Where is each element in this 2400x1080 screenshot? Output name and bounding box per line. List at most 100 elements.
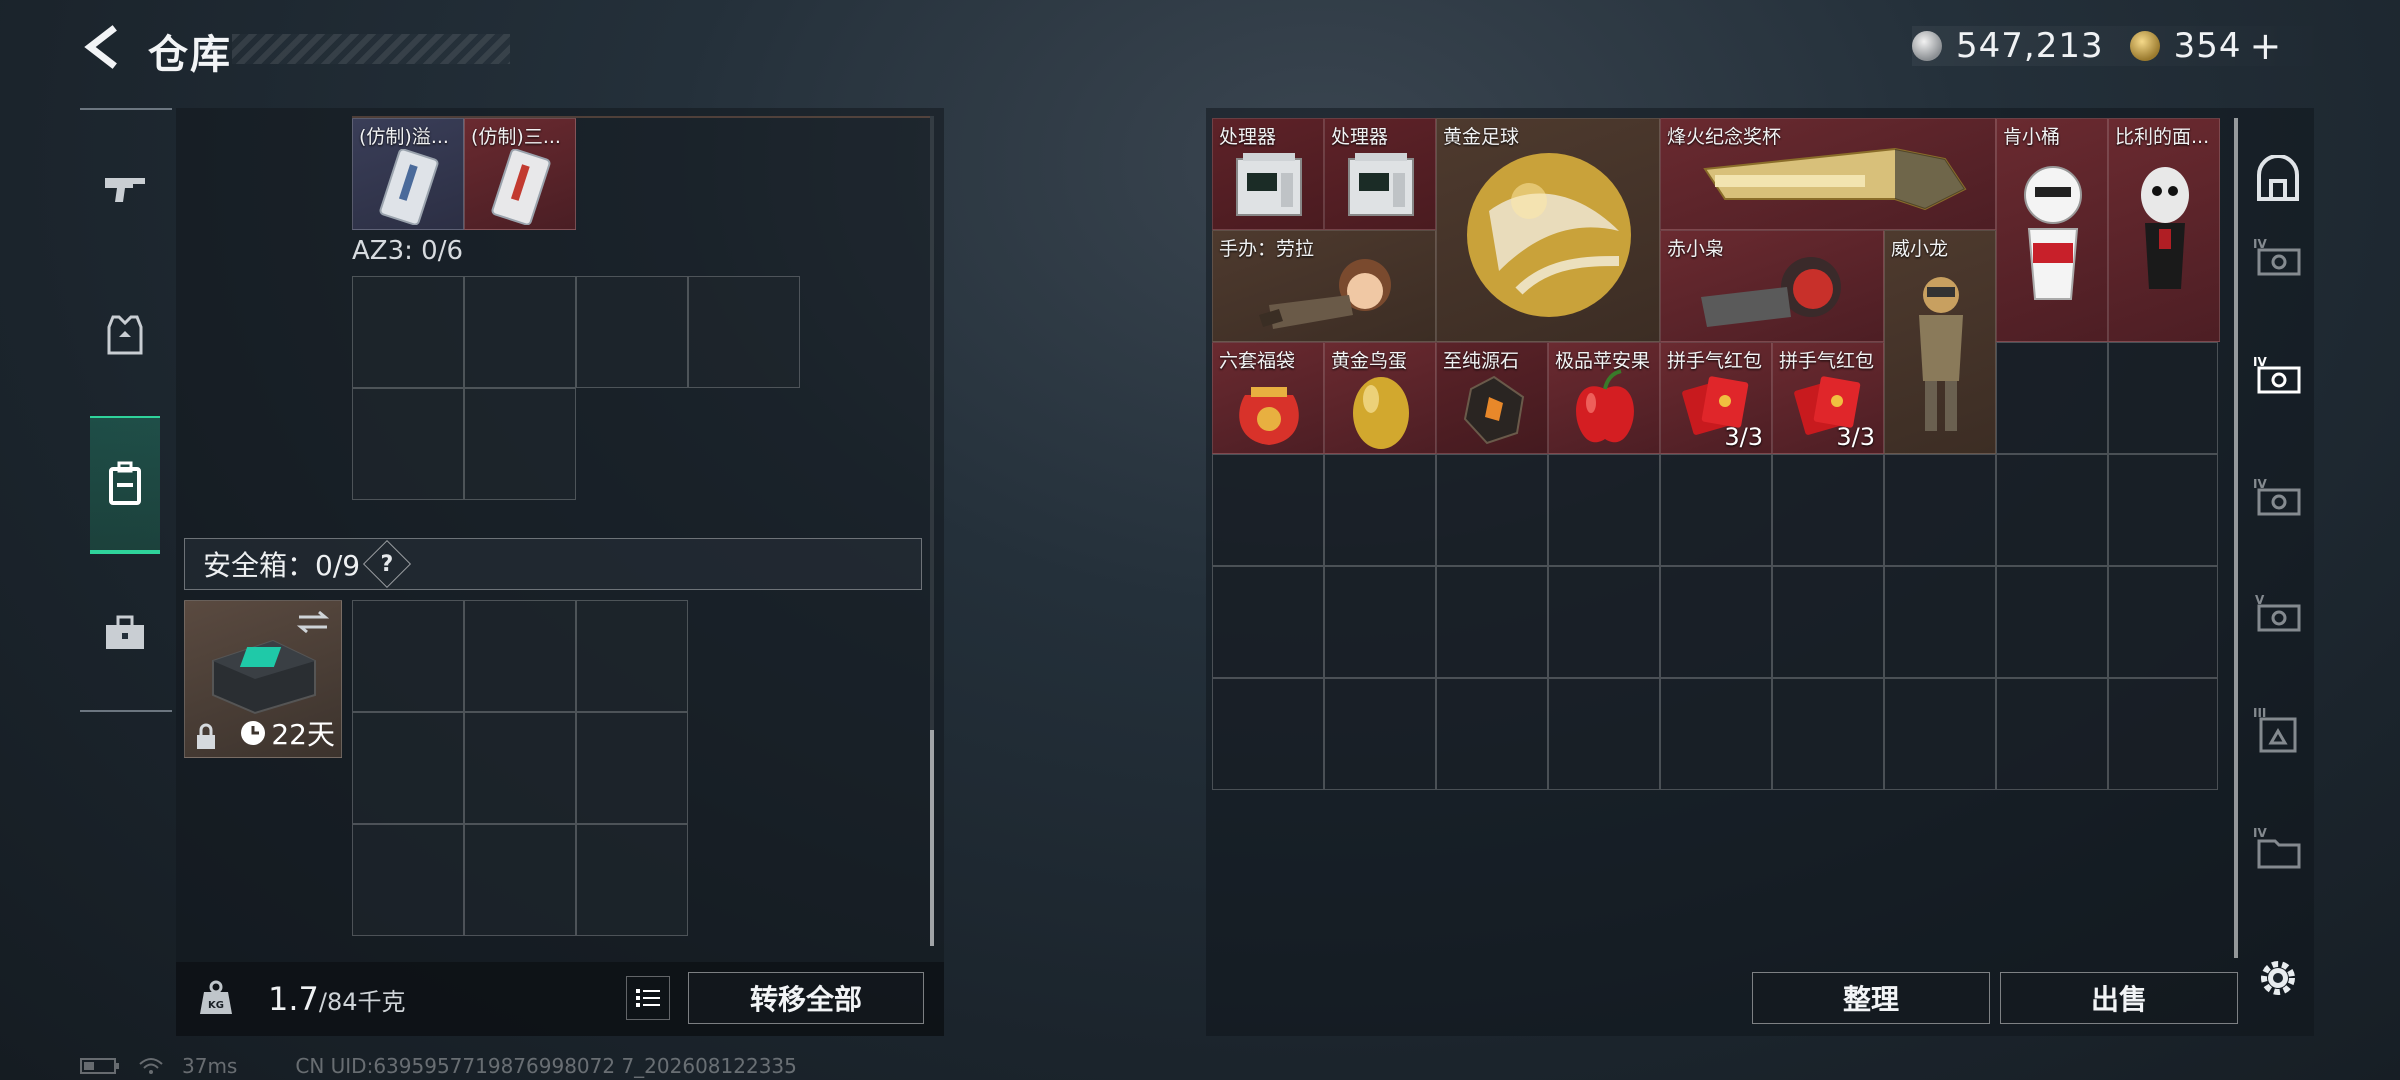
grid-slot[interactable] <box>576 276 688 388</box>
inventory-item[interactable]: 处理器 <box>1324 118 1436 230</box>
vault-icon <box>2257 155 2299 201</box>
az3-capacity-label: AZ3: 0/6 <box>352 236 464 266</box>
grid-slot[interactable] <box>576 712 688 824</box>
grid-slot[interactable] <box>1324 454 1436 566</box>
grid-slot[interactable] <box>464 712 576 824</box>
grid-slot[interactable] <box>1548 454 1660 566</box>
tab-storage-v[interactable]: V <box>2250 586 2306 642</box>
processor-icon <box>1348 153 1414 216</box>
grid-slot[interactable] <box>1212 566 1324 678</box>
nav-toolbox[interactable] <box>90 598 160 668</box>
armor-icon <box>107 315 143 355</box>
carry-weight: 1.7/84千克 <box>268 980 406 1018</box>
grid-slot[interactable] <box>464 388 576 500</box>
inventory-item[interactable]: 六套福袋 <box>1212 342 1324 454</box>
gold-coin-icon <box>2129 31 2160 61</box>
inventory-item[interactable]: 比利的面... <box>2108 118 2220 342</box>
inventory-item[interactable]: 拼手气红包 3/3 <box>1772 342 1884 454</box>
tab-storage-iv-c[interactable]: IV <box>2250 470 2306 526</box>
grid-slot[interactable] <box>688 276 800 388</box>
tab-storage-iv-a[interactable]: IV <box>2250 230 2306 286</box>
grid-slot[interactable] <box>1884 678 1996 790</box>
help-button[interactable]: ? <box>363 539 412 589</box>
storage-tabs: IV IV IV V III IV <box>2240 108 2316 1036</box>
grid-slot[interactable] <box>352 276 464 388</box>
grid-slot[interactable] <box>352 388 464 500</box>
add-currency-button[interactable]: + <box>2250 24 2282 68</box>
grid-slot[interactable] <box>1212 678 1324 790</box>
settings-button[interactable] <box>2250 950 2306 1006</box>
grid-slot[interactable] <box>464 824 576 936</box>
grid-slot[interactable] <box>1884 566 1996 678</box>
grid-slot[interactable] <box>1436 678 1548 790</box>
grid-slot[interactable] <box>1772 678 1884 790</box>
grid-slot[interactable] <box>1436 566 1548 678</box>
inventory-item[interactable]: (仿制)三... <box>464 118 576 230</box>
safe-box-item[interactable]: 22天 <box>184 600 342 758</box>
inventory-item[interactable]: 拼手气红包 3/3 <box>1660 342 1772 454</box>
inventory-item[interactable]: 黄金鸟蛋 <box>1324 342 1436 454</box>
grid-slot[interactable] <box>1660 566 1772 678</box>
storage-box-icon: IV <box>2253 355 2301 394</box>
inventory-item[interactable]: 至纯源石 <box>1436 342 1548 454</box>
inventory-item[interactable]: 威小龙 <box>1884 230 1996 454</box>
grid-slot[interactable] <box>2108 678 2218 790</box>
tab-storage-iv-d[interactable]: IV <box>2250 820 2306 876</box>
grid-slot[interactable] <box>464 600 576 712</box>
storage-box-icon: IV <box>2253 477 2301 516</box>
grid-slot[interactable] <box>1996 454 2108 566</box>
list-view-button[interactable] <box>626 976 670 1020</box>
inventory-item[interactable]: (仿制)溢... <box>352 118 464 230</box>
grid-slot[interactable] <box>1660 678 1772 790</box>
inventory-item[interactable]: 手办：劳拉 <box>1212 230 1436 342</box>
tab-storage-iv-b[interactable]: IV <box>2250 348 2306 404</box>
grid-slot[interactable] <box>576 824 688 936</box>
inventory-item[interactable]: 赤小枭 <box>1660 230 1884 342</box>
grid-slot[interactable] <box>2108 454 2218 566</box>
grid-slot[interactable] <box>1324 566 1436 678</box>
sort-button[interactable]: 整理 <box>1752 972 1990 1024</box>
grid-slot[interactable] <box>352 824 464 936</box>
max-weight: /84千克 <box>318 988 406 1016</box>
grid-slot[interactable] <box>2108 342 2218 454</box>
gun-icon <box>105 178 145 202</box>
left-scroll-thumb[interactable] <box>930 730 934 946</box>
back-button[interactable] <box>78 24 124 70</box>
right-scrollbar[interactable] <box>2234 118 2238 958</box>
ping-value: 37ms <box>182 1054 238 1078</box>
inventory-item[interactable]: 黄金足球 <box>1436 118 1660 342</box>
grid-slot[interactable] <box>1548 678 1660 790</box>
grid-slot[interactable] <box>352 712 464 824</box>
grid-slot[interactable] <box>1548 566 1660 678</box>
grid-slot[interactable] <box>1212 454 1324 566</box>
grid-slot[interactable] <box>352 600 464 712</box>
title-decoration <box>232 34 510 64</box>
nav-backpack[interactable] <box>90 416 160 554</box>
grid-slot[interactable] <box>1324 678 1436 790</box>
grid-slot[interactable] <box>1996 678 2108 790</box>
inventory-item[interactable]: 处理器 <box>1212 118 1324 230</box>
nav-weapon[interactable] <box>90 154 160 224</box>
gear-icon <box>2261 961 2295 995</box>
grid-slot[interactable] <box>1772 566 1884 678</box>
storage-crate-icon: III <box>2253 706 2297 753</box>
nav-armor[interactable] <box>90 300 160 370</box>
grid-slot[interactable] <box>2108 566 2218 678</box>
safe-box-duration: 22天 <box>271 718 335 751</box>
tab-all-storage[interactable] <box>2250 152 2306 208</box>
grid-slot[interactable] <box>1996 566 2108 678</box>
grid-slot[interactable] <box>1436 454 1548 566</box>
grid-slot[interactable] <box>1772 454 1884 566</box>
transfer-all-button[interactable]: 转移全部 <box>688 972 924 1024</box>
tab-storage-iii[interactable]: III <box>2250 702 2306 758</box>
grid-slot[interactable] <box>1660 454 1772 566</box>
grid-slot[interactable] <box>576 600 688 712</box>
inventory-item[interactable]: 烽火纪念奖杯 <box>1660 118 1996 230</box>
grid-slot[interactable] <box>1996 342 2108 454</box>
golden-football-icon <box>1467 153 1631 317</box>
grid-slot[interactable] <box>1884 454 1996 566</box>
inventory-item[interactable]: 极品苹安果 <box>1548 342 1660 454</box>
sell-button[interactable]: 出售 <box>2000 972 2238 1024</box>
inventory-item[interactable]: 肯小桶 <box>1996 118 2108 342</box>
grid-slot[interactable] <box>464 276 576 388</box>
